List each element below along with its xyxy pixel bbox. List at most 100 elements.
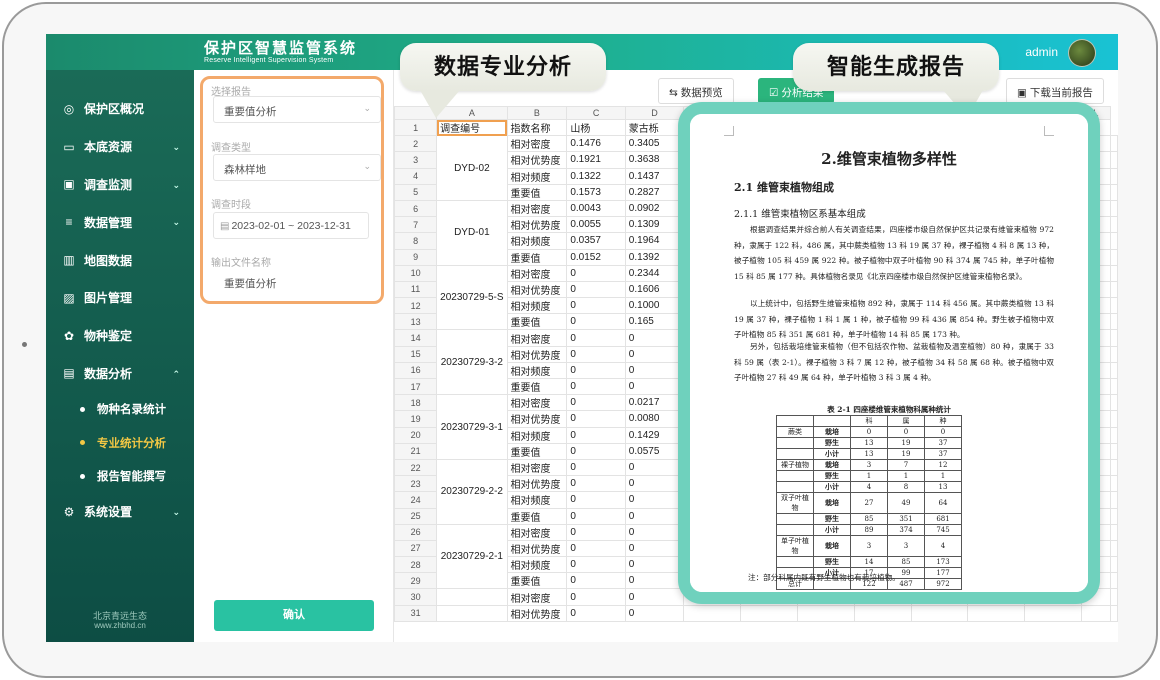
output-name-input[interactable]: 重要值分析: [213, 268, 381, 295]
cell[interactable]: 0.1437: [624, 167, 685, 185]
sidebar-item[interactable]: ▤ 数据分析 ⌃: [46, 355, 194, 393]
cell[interactable]: [683, 604, 742, 622]
cell[interactable]: [1110, 539, 1118, 558]
row-number[interactable]: 12: [394, 297, 438, 315]
cell[interactable]: 0.0357: [566, 232, 626, 250]
row-number[interactable]: 4: [394, 167, 438, 185]
cell[interactable]: [1110, 167, 1118, 185]
row-number[interactable]: 19: [394, 410, 438, 428]
column-header[interactable]: D: [624, 106, 685, 120]
cell[interactable]: 相对优势度: [506, 410, 568, 428]
cell[interactable]: 0: [624, 458, 685, 477]
row-number[interactable]: 15: [394, 345, 438, 363]
cell[interactable]: [436, 588, 508, 606]
cell[interactable]: 0.0152: [566, 248, 626, 266]
cell[interactable]: [1110, 458, 1118, 477]
group-id-cell[interactable]: DYD-02: [436, 135, 508, 201]
cell[interactable]: 相对优势度: [506, 151, 568, 169]
cell[interactable]: [1110, 232, 1118, 250]
cell[interactable]: 0: [566, 377, 626, 396]
row-number[interactable]: 23: [394, 475, 438, 493]
cell[interactable]: 相对密度: [506, 588, 568, 606]
cell[interactable]: 重要值: [506, 507, 568, 525]
header-cell[interactable]: 指数名称: [506, 118, 568, 137]
row-number[interactable]: 7: [394, 216, 438, 234]
sidebar-item[interactable]: ▣ 调查监测 ⌄: [46, 166, 194, 204]
row-number[interactable]: 1: [394, 118, 438, 137]
cell[interactable]: 0.3405: [624, 135, 685, 153]
sidebar-item[interactable]: ▭ 本底资源 ⌄: [46, 128, 194, 166]
cell[interactable]: 重要值: [506, 313, 568, 331]
cell[interactable]: 0: [566, 507, 626, 525]
row-number[interactable]: 3: [394, 151, 438, 169]
row-number[interactable]: 5: [394, 183, 438, 201]
cell[interactable]: [1110, 556, 1118, 574]
cell[interactable]: 相对优势度: [506, 345, 568, 363]
cell[interactable]: [1110, 313, 1118, 331]
cell[interactable]: 相对密度: [506, 523, 568, 541]
row-number[interactable]: 24: [394, 491, 438, 509]
cell[interactable]: [910, 604, 969, 622]
cell[interactable]: 0: [624, 329, 685, 347]
row-number[interactable]: 21: [394, 442, 438, 460]
cell[interactable]: [853, 604, 912, 622]
cell[interactable]: [1080, 604, 1112, 622]
cell[interactable]: 0.1429: [624, 426, 685, 444]
cell[interactable]: [1024, 604, 1082, 622]
row-number[interactable]: 30: [394, 588, 438, 606]
cell[interactable]: 0: [566, 280, 626, 299]
avatar[interactable]: [1068, 39, 1096, 67]
cell[interactable]: 0.1921: [566, 151, 626, 169]
cell[interactable]: 重要值: [506, 183, 568, 201]
row-number[interactable]: 17: [394, 377, 438, 396]
cell[interactable]: 相对频度: [506, 556, 568, 574]
report-select[interactable]: 重要值分析 ⌄: [213, 96, 381, 123]
cell[interactable]: 0: [624, 475, 685, 493]
row-number[interactable]: 25: [394, 507, 438, 525]
cell[interactable]: 0.1964: [624, 232, 685, 250]
report-preview[interactable]: 2.维管束植物多样性 2.1 维管束植物组成 2.1.1 维管束植物区系基本组成…: [678, 102, 1100, 604]
row-number[interactable]: 13: [394, 313, 438, 331]
row-number[interactable]: 10: [394, 264, 438, 282]
cell[interactable]: [1110, 588, 1118, 606]
cell[interactable]: [1110, 410, 1118, 428]
cell[interactable]: [1110, 394, 1118, 412]
cell[interactable]: 0.1322: [566, 167, 626, 185]
cell[interactable]: 0.1573: [566, 183, 626, 201]
cell[interactable]: [1110, 329, 1118, 347]
cell[interactable]: 0.1476: [566, 135, 626, 153]
cell[interactable]: 相对密度: [506, 329, 568, 347]
cell[interactable]: 相对密度: [506, 458, 568, 477]
row-number[interactable]: 14: [394, 329, 438, 347]
download-button[interactable]: ▣ 下载当前报告: [1006, 78, 1104, 104]
cell[interactable]: 0.0055: [566, 216, 626, 234]
sidebar-item[interactable]: ✿ 物种鉴定: [46, 317, 194, 355]
cell[interactable]: 0.2827: [624, 183, 685, 201]
cell[interactable]: 0: [566, 297, 626, 315]
cell[interactable]: 0.2344: [624, 264, 685, 282]
cell[interactable]: [1110, 361, 1118, 380]
row-number[interactable]: 9: [394, 248, 438, 266]
confirm-button[interactable]: 确认: [214, 600, 374, 631]
cell[interactable]: 重要值: [506, 377, 568, 396]
cell[interactable]: 相对优势度: [506, 280, 568, 299]
cell[interactable]: 0: [566, 264, 626, 282]
cell[interactable]: 0.1309: [624, 216, 685, 234]
cell[interactable]: 相对频度: [506, 167, 568, 185]
cell[interactable]: [1110, 426, 1118, 444]
cell[interactable]: [797, 604, 855, 622]
cell[interactable]: [1110, 523, 1118, 541]
row-number[interactable]: 11: [394, 280, 438, 299]
sidebar-subitem[interactable]: 物种名录统计: [46, 392, 194, 426]
cell[interactable]: 0: [566, 458, 626, 477]
cell[interactable]: [1110, 216, 1118, 234]
cell[interactable]: 相对密度: [506, 135, 568, 153]
cell[interactable]: 相对优势度: [506, 539, 568, 558]
row-number[interactable]: 20: [394, 426, 438, 444]
collapse-icon[interactable]: «: [110, 641, 118, 642]
sidebar-item[interactable]: ≡ 数据管理 ⌄: [46, 203, 194, 241]
preview-button[interactable]: ⇆ 数据预览: [658, 78, 734, 104]
cell[interactable]: 0: [624, 523, 685, 541]
group-id-cell[interactable]: 20230729-5-S: [436, 264, 508, 331]
cell[interactable]: [1110, 297, 1118, 315]
